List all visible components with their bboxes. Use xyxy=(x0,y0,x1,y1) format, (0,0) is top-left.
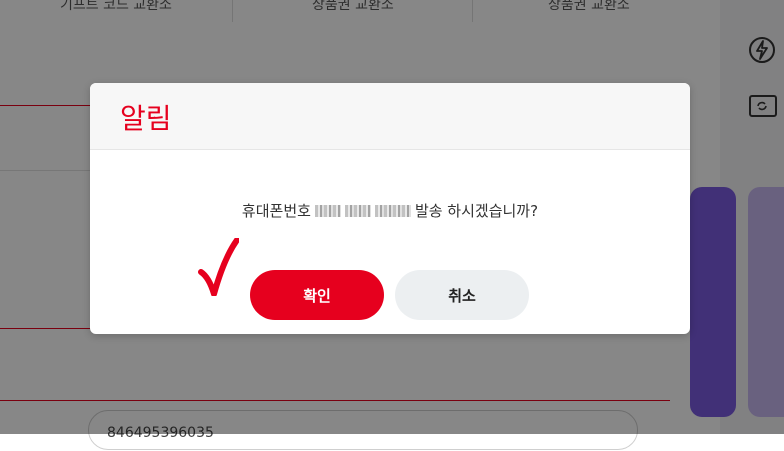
redacted-phone-segment xyxy=(374,204,411,217)
dialog-title: 알림 xyxy=(120,102,172,135)
message-suffix: 발송 하시겠습니까? xyxy=(414,202,539,220)
redacted-phone-segment xyxy=(344,204,371,217)
message-prefix: 휴대폰번호 xyxy=(241,202,311,220)
dialog-message: 휴대폰번호 발송 하시겠습니까? xyxy=(90,200,690,221)
confirm-button[interactable]: 확인 xyxy=(250,270,384,320)
redacted-phone-segment xyxy=(314,204,341,217)
dialog-header: 알림 xyxy=(90,83,690,150)
cancel-button[interactable]: 취소 xyxy=(395,270,529,320)
alert-dialog: 알림 휴대폰번호 발송 하시겠습니까? 확인 취소 xyxy=(90,83,690,334)
red-checkmark-icon xyxy=(198,238,239,296)
